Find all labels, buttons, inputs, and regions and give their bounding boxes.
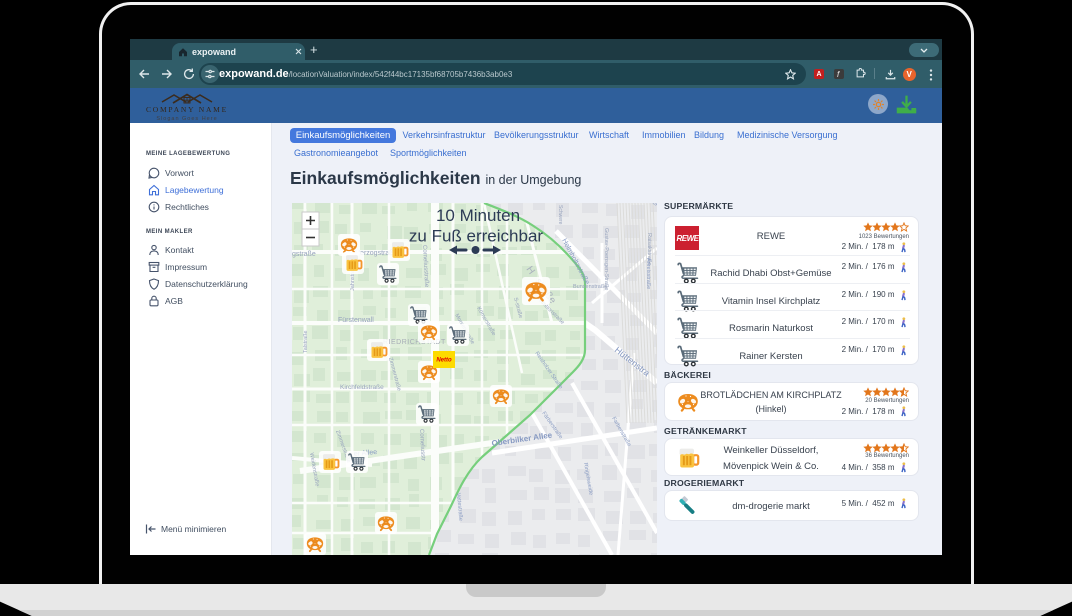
svg-text:Bunsenstraße: Bunsenstraße xyxy=(573,284,607,290)
svg-text:Slogan Goes Here: Slogan Goes Here xyxy=(156,116,217,122)
svg-text:Talstraße: Talstraße xyxy=(303,330,309,353)
svg-text:Schwere: Schwere xyxy=(557,205,563,225)
svg-text:Netto: Netto xyxy=(436,358,452,364)
svg-text:10 Minuten: 10 Minuten xyxy=(436,206,520,225)
svg-text:Kirchfeldstraße: Kirchfeldstraße xyxy=(340,384,384,391)
svg-text:Gustav-Poensgen-Straße: Gustav-Poensgen-Straße xyxy=(603,228,609,290)
svg-text:Anreisstraße: Anreisstraße xyxy=(645,258,651,289)
svg-text:zu Fuß erreichbar: zu Fuß erreichbar xyxy=(409,227,543,246)
svg-text:Fürstenwall: Fürstenwall xyxy=(338,317,374,324)
svg-text:COMPANY NAME: COMPANY NAME xyxy=(146,105,228,114)
svg-text:gstraße: gstraße xyxy=(292,251,316,258)
